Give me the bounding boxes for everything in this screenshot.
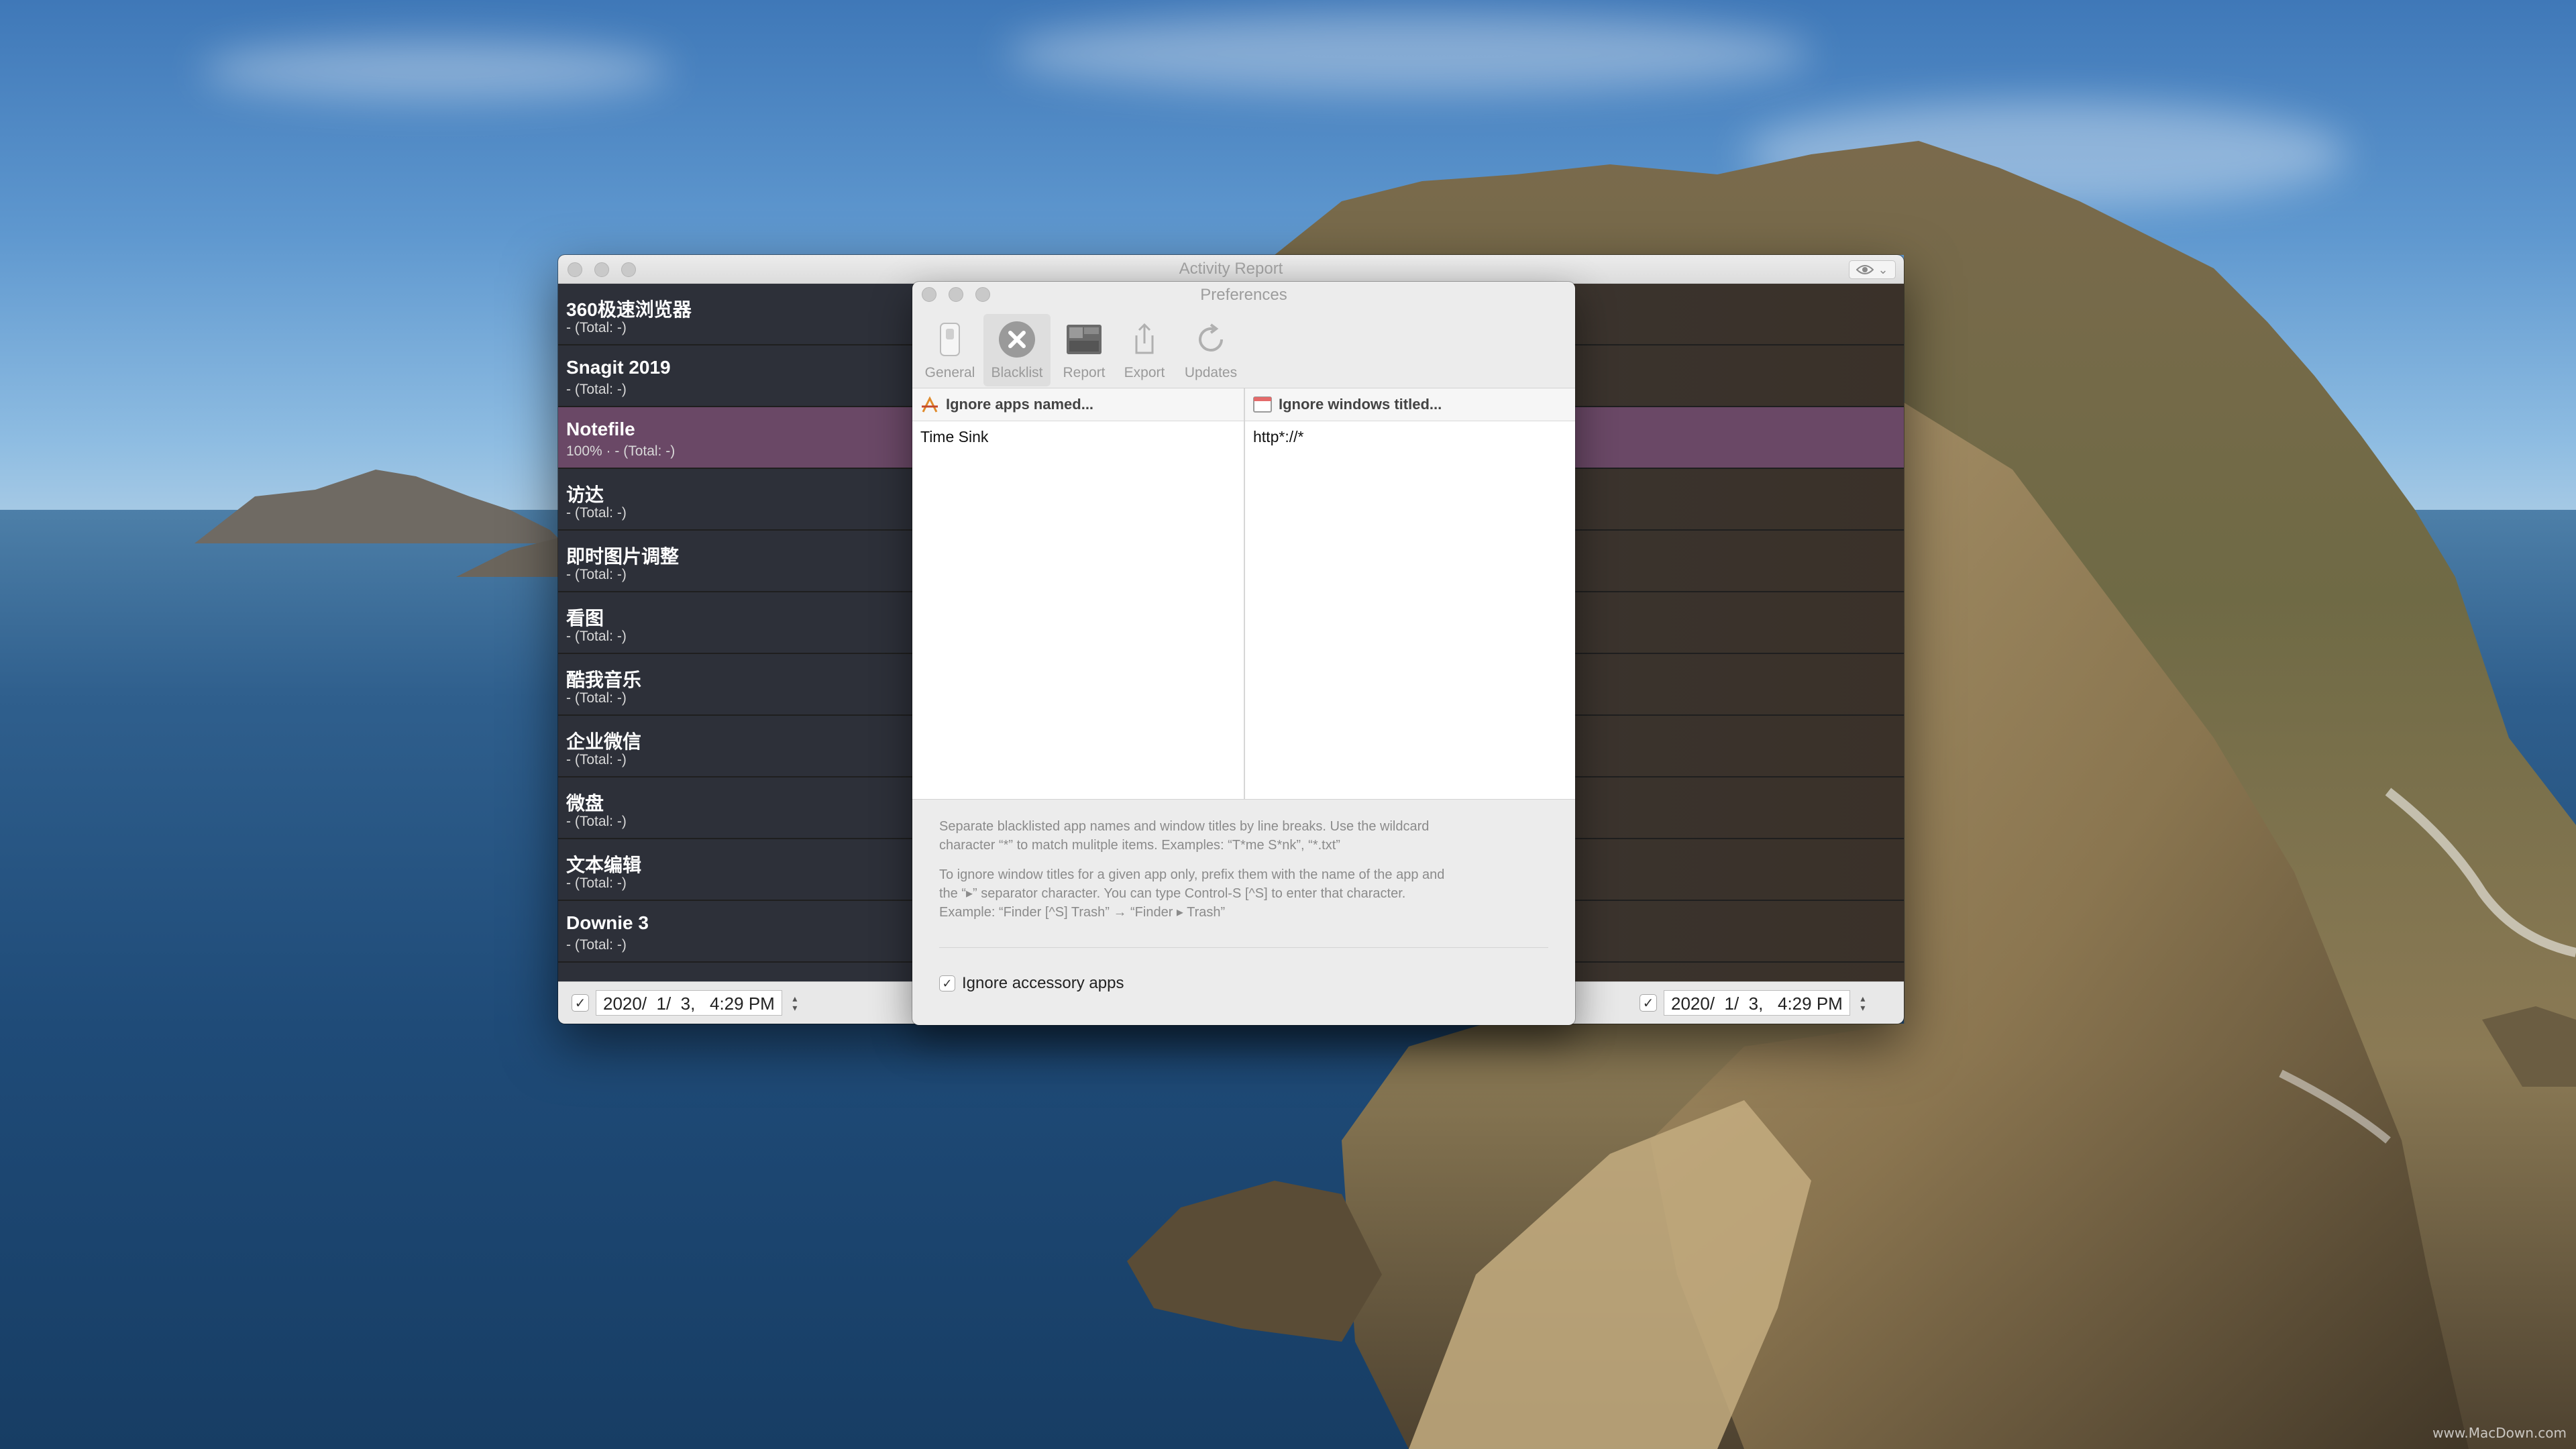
chevron-down-icon[interactable]: ▾ <box>792 1003 797 1012</box>
end-date-group: ✓ 2020/ 1/ 3, 4:29 PM ▴ ▾ <box>1640 990 1869 1016</box>
app-total: - (Total: -) <box>566 629 627 644</box>
ignore-windows-header: Ignore windows titled... <box>1245 388 1575 421</box>
report-icon <box>1064 319 1104 360</box>
end-date-picker[interactable]: 2020/ 1/ 3, 4:29 PM <box>1664 990 1850 1016</box>
chevron-down-icon: ⌄ <box>1878 262 1888 276</box>
app-total: - (Total: -) <box>566 752 627 767</box>
watermark: www.MacDown.com <box>2432 1425 2567 1441</box>
ignore-apps-label: Ignore apps named... <box>946 396 1094 413</box>
help-paragraph: To ignore window titles for a given app … <box>939 865 1548 922</box>
app-name: 即时图片调整 <box>566 546 680 567</box>
divider <box>939 947 1548 948</box>
app-name: Notefile <box>566 419 635 439</box>
tab-label: General <box>924 365 975 380</box>
eye-icon <box>1856 265 1874 274</box>
help-line: character “*” to match mulitple items. E… <box>939 838 1340 853</box>
ignore-apps-textarea[interactable]: Time Sink <box>912 421 1244 452</box>
list-item[interactable]: Time Sink <box>920 425 1236 448</box>
tab-label: Export <box>1124 365 1165 380</box>
share-icon <box>1124 319 1165 360</box>
end-date-stepper[interactable]: ▴ ▾ <box>1857 990 1869 1016</box>
ignore-apps-header: Ignore apps named... <box>912 388 1244 421</box>
app-total: - (Total: -) <box>566 875 627 891</box>
app-name: 访达 <box>566 484 604 505</box>
ignore-windows-label: Ignore windows titled... <box>1279 396 1442 413</box>
app-name: 文本编辑 <box>566 855 642 875</box>
end-date-checkbox[interactable]: ✓ <box>1640 994 1657 1012</box>
ignore-windows-column: Ignore windows titled... http*://* <box>1245 388 1575 799</box>
switch-icon <box>930 319 970 360</box>
ignore-accessory-checkbox[interactable]: ✓ <box>939 975 955 991</box>
app-name: Snagit 2019 <box>566 357 671 378</box>
tab-label: Report <box>1063 365 1106 380</box>
ignore-windows-textarea[interactable]: http*://* <box>1245 421 1575 452</box>
app-total: - (Total: -) <box>566 320 627 335</box>
activity-report-titlebar[interactable]: Activity Report ⌄ <box>558 255 1904 284</box>
app-total: 100% · - (Total: -) <box>566 443 676 459</box>
start-date-checkbox[interactable]: ✓ <box>572 994 589 1012</box>
app-name: Downie 3 <box>566 912 649 933</box>
tab-blacklist[interactable]: Blacklist <box>983 314 1051 386</box>
blacklist-editor: Ignore apps named... Time Sink Ignore wi… <box>912 388 1575 800</box>
preferences-window[interactable]: Preferences General Blacklist Report Exp… <box>912 282 1575 1025</box>
app-total: - (Total: -) <box>566 505 627 521</box>
tab-general[interactable]: General <box>920 314 979 386</box>
start-date-group: ✓ 2020/ 1/ 3, 4:29 PM ▴ ▾ <box>572 990 801 1016</box>
app-name: 微盘 <box>566 793 604 814</box>
start-date-stepper[interactable]: ▴ ▾ <box>789 990 801 1016</box>
view-options-button[interactable]: ⌄ <box>1849 260 1896 279</box>
ignore-accessory-label[interactable]: Ignore accessory apps <box>962 974 1124 993</box>
refresh-icon <box>1191 319 1231 360</box>
chevron-down-icon[interactable]: ▾ <box>1860 1003 1865 1012</box>
app-name: 企业微信 <box>566 731 642 752</box>
tab-label: Blacklist <box>991 365 1043 380</box>
app-total: - (Total: -) <box>566 690 627 706</box>
chevron-up-icon[interactable]: ▴ <box>1860 994 1865 1003</box>
start-date-picker[interactable]: 2020/ 1/ 3, 4:29 PM <box>596 990 782 1016</box>
help-paragraph: Separate blacklisted app names and windo… <box>939 817 1548 855</box>
app-store-icon <box>922 396 938 413</box>
list-item[interactable]: http*://* <box>1253 425 1567 448</box>
app-name: 360极速浏览器 <box>566 299 692 320</box>
help-line: Example: “Finder [^S] Trash” → “Finder ▸… <box>939 905 1226 920</box>
ignore-accessory-option[interactable]: ✓ Ignore accessory apps <box>939 974 1124 993</box>
chevron-up-icon[interactable]: ▴ <box>792 994 797 1003</box>
app-total: - (Total: -) <box>566 814 627 829</box>
tab-updates[interactable]: Updates <box>1174 314 1248 386</box>
help-line: Separate blacklisted app names and windo… <box>939 819 1430 834</box>
tab-export[interactable]: Export <box>1116 314 1173 386</box>
ignore-apps-column: Ignore apps named... Time Sink <box>912 388 1245 799</box>
app-total: - (Total: -) <box>566 567 627 582</box>
window-title: Preferences <box>1200 286 1287 304</box>
help-line: the “▸” separator character. You can typ… <box>939 886 1406 901</box>
app-name: 酷我音乐 <box>566 669 642 690</box>
help-text: Separate blacklisted app names and windo… <box>939 817 1548 932</box>
window-icon <box>1253 396 1272 413</box>
help-line: To ignore window titles for a given app … <box>939 867 1445 882</box>
app-total: - (Total: -) <box>566 937 627 953</box>
tab-report[interactable]: Report <box>1053 314 1115 386</box>
app-name: 看图 <box>566 608 604 629</box>
x-circle-icon <box>997 319 1037 360</box>
tab-label: Updates <box>1184 365 1238 380</box>
app-total: - (Total: -) <box>566 382 627 397</box>
window-title: Activity Report <box>1179 260 1283 278</box>
